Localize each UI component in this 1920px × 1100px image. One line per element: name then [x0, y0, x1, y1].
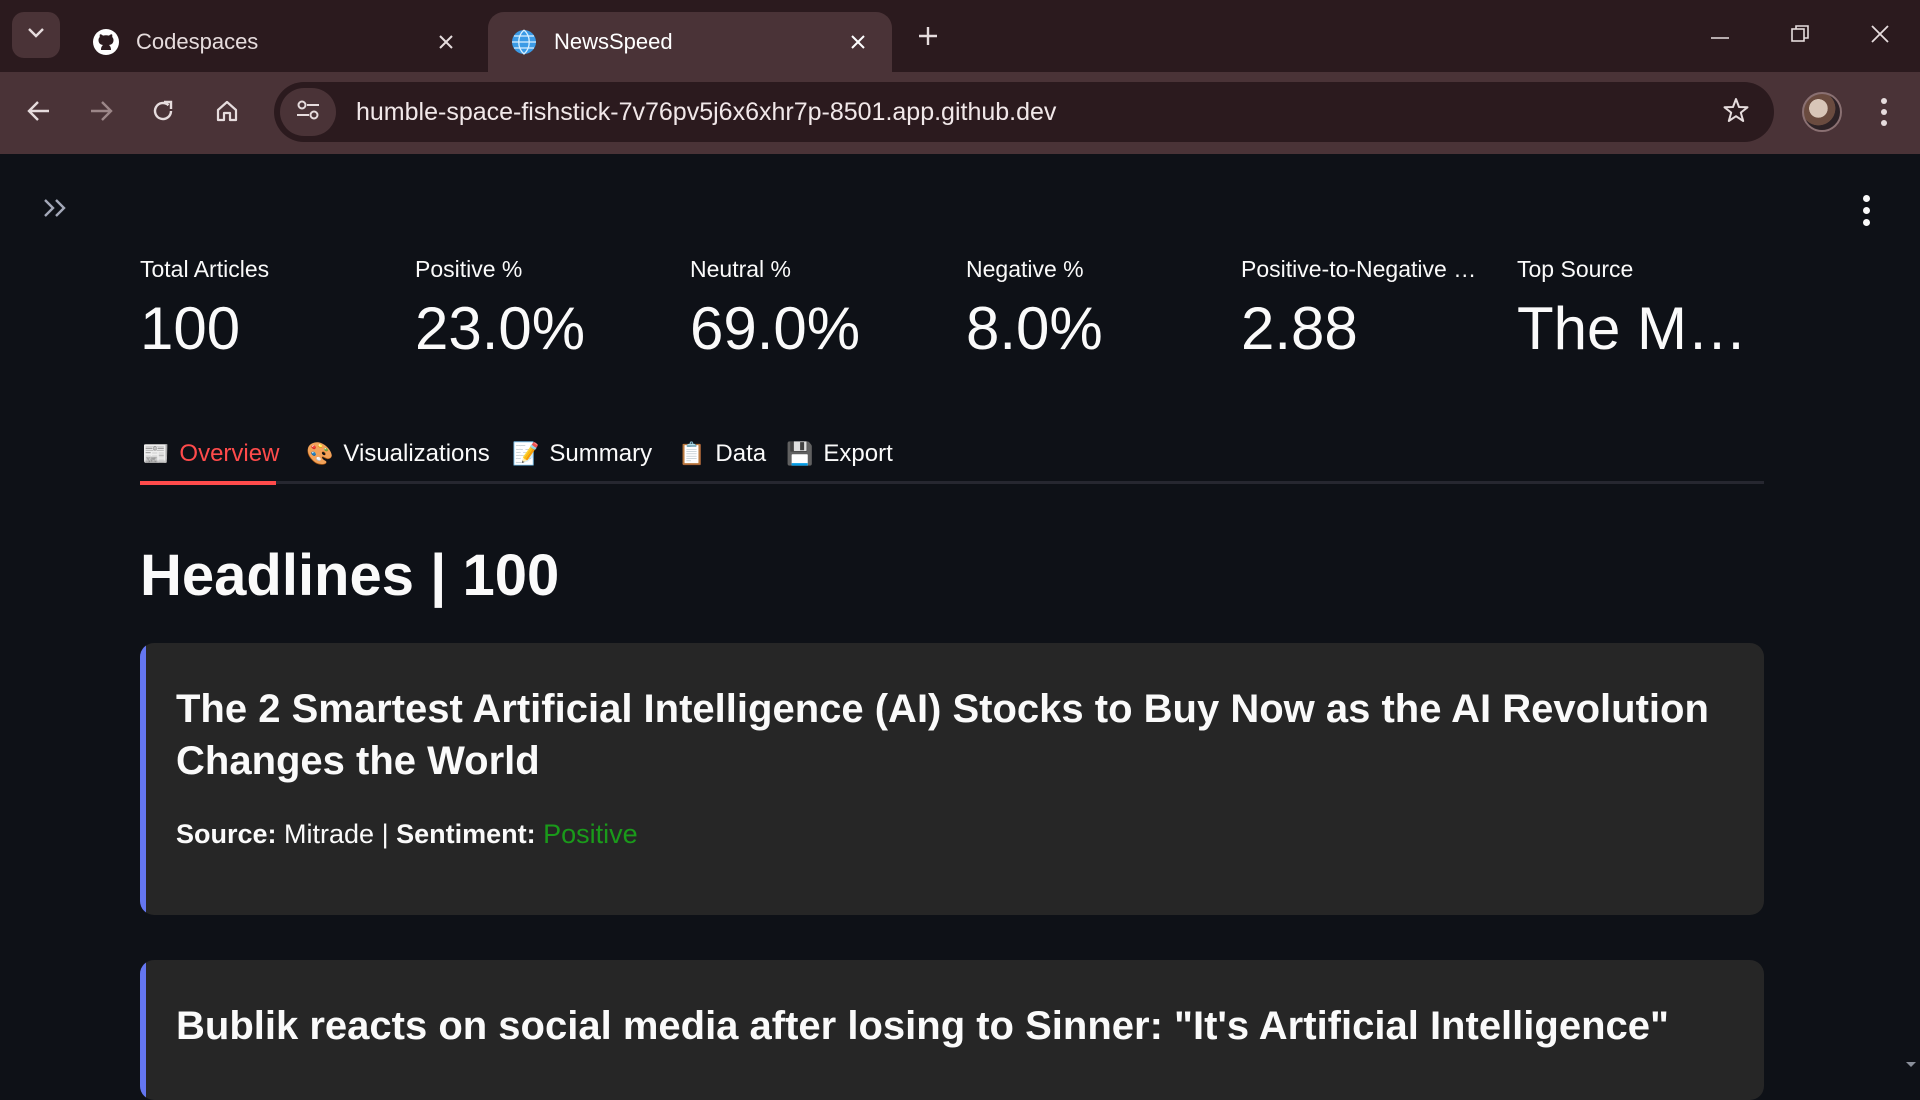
tab-export[interactable]: 💾 Export	[786, 424, 893, 484]
close-icon	[1870, 24, 1890, 49]
metric-positive-to-negative: Positive-to-Negative … 2.88	[1241, 256, 1503, 360]
tune-icon	[295, 99, 321, 126]
new-tab-button[interactable]	[910, 20, 946, 56]
minimize-button[interactable]	[1700, 18, 1740, 54]
home-button[interactable]	[204, 90, 250, 136]
app-main: Total Articles 100 Positive % 23.0% Neut…	[0, 154, 1920, 1100]
scroll-down-arrow[interactable]	[1904, 1058, 1918, 1072]
headline-title: The 2 Smartest Artificial Intelligence (…	[176, 687, 1709, 783]
tab-label: Visualizations	[343, 440, 490, 467]
meta-separator: |	[381, 819, 389, 849]
tab-label: Data	[715, 440, 767, 467]
metric-value: The M…	[1517, 297, 1748, 360]
site-info-button[interactable]	[280, 88, 336, 136]
metric-value: 69.0%	[690, 297, 861, 360]
headline-title: Bublik reacts on social media after losi…	[176, 1004, 1669, 1048]
double-chevron-right-icon	[42, 197, 70, 224]
github-icon	[92, 28, 120, 56]
tab-data[interactable]: 📋 Data	[678, 424, 766, 484]
url-text[interactable]: humble-space-fishstick-7v76pv5j6x6xhr7p-…	[356, 98, 1712, 127]
headline-card: Bublik reacts on social media after losi…	[140, 960, 1764, 1100]
profile-avatar[interactable]	[1802, 92, 1842, 132]
metric-label: Positive-to-Negative …	[1241, 256, 1477, 282]
tab-title: NewsSpeed	[554, 29, 673, 54]
metrics-row: Total Articles 100 Positive % 23.0% Neut…	[140, 256, 1764, 376]
app-main-menu-button[interactable]	[1848, 190, 1884, 230]
reload-icon	[151, 99, 175, 128]
browser-tab-strip: Codespaces NewsSpeed	[0, 0, 1920, 72]
tab-label: Export	[823, 440, 893, 467]
close-window-button[interactable]	[1860, 18, 1900, 54]
star-icon	[1723, 97, 1749, 128]
globe-icon	[510, 28, 538, 56]
metric-label: Total Articles	[140, 256, 270, 282]
headline-meta: Source: Mitrade | Sentiment: Positive	[176, 819, 638, 850]
newspaper-icon: 📰	[142, 441, 170, 466]
restore-icon	[1790, 24, 1810, 49]
metric-label: Neutral %	[690, 256, 791, 282]
metric-label: Positive %	[415, 256, 523, 282]
metric-negative-percent: Negative % 8.0%	[966, 256, 1228, 360]
restore-button[interactable]	[1780, 18, 1820, 54]
tab-overview[interactable]: 📰 Overview	[142, 424, 279, 484]
palette-icon: 🎨	[306, 441, 334, 466]
metric-label: Negative %	[966, 256, 1084, 282]
close-icon[interactable]	[846, 30, 870, 54]
arrow-left-icon	[27, 100, 51, 127]
memo-icon: 📝	[512, 441, 540, 466]
active-tab-indicator	[140, 481, 276, 485]
dot	[1881, 98, 1887, 104]
reload-button[interactable]	[140, 90, 186, 136]
sentiment-value: Positive	[543, 819, 638, 849]
metric-positive-percent: Positive % 23.0%	[415, 256, 677, 360]
plus-icon	[918, 26, 938, 51]
content-tabs: 📰 Overview 🎨 Visualizations 📝 Summary 📋 …	[140, 424, 1764, 485]
minimize-icon	[1710, 27, 1730, 45]
metric-value: 2.88	[1241, 297, 1358, 360]
dot	[1862, 206, 1870, 214]
metric-value: 23.0%	[415, 297, 586, 360]
tab-search-button[interactable]	[12, 12, 60, 58]
arrow-right-icon	[89, 100, 113, 127]
headline-card: The 2 Smartest Artificial Intelligence (…	[140, 643, 1764, 915]
home-icon	[215, 99, 239, 128]
sentiment-label: Sentiment:	[396, 819, 536, 849]
floppy-disk-icon: 💾	[786, 441, 814, 466]
back-button[interactable]	[16, 90, 62, 136]
metric-value: 100	[140, 297, 241, 360]
dot	[1862, 218, 1870, 226]
metric-value: 8.0%	[966, 297, 1103, 360]
source-label: Source:	[176, 819, 277, 849]
clipboard-icon: 📋	[678, 441, 706, 466]
chevron-down-icon	[27, 26, 45, 44]
tab-label: Summary	[549, 440, 653, 467]
dot	[1881, 109, 1887, 115]
dot	[1881, 120, 1887, 126]
tab-title: Codespaces	[136, 29, 259, 54]
source-value: Mitrade	[284, 819, 375, 849]
browser-toolbar: humble-space-fishstick-7v76pv5j6x6xhr7p-…	[0, 72, 1920, 154]
address-bar[interactable]: humble-space-fishstick-7v76pv5j6x6xhr7p-…	[274, 82, 1774, 142]
tab-summary[interactable]: 📝 Summary	[512, 424, 652, 484]
metric-label: Top Source	[1517, 256, 1634, 282]
sidebar-expand-button[interactable]	[36, 190, 76, 230]
dot	[1862, 194, 1870, 202]
forward-button[interactable]	[78, 90, 124, 136]
bookmark-button[interactable]	[1712, 88, 1760, 136]
metric-total-articles: Total Articles 100	[140, 256, 402, 360]
tab-visualizations[interactable]: 🎨 Visualizations	[306, 424, 490, 484]
tab-label: Overview	[179, 440, 280, 467]
browser-tab-codespaces[interactable]: Codespaces	[70, 12, 480, 72]
browser-tab-newsspeed[interactable]: NewsSpeed	[488, 12, 892, 72]
metric-top-source: Top Source The M…	[1517, 256, 1779, 360]
browser-menu-button[interactable]	[1866, 92, 1902, 132]
metric-neutral-percent: Neutral % 69.0%	[690, 256, 952, 360]
close-icon[interactable]	[434, 30, 458, 54]
headlines-heading: Headlines | 100	[140, 543, 560, 608]
